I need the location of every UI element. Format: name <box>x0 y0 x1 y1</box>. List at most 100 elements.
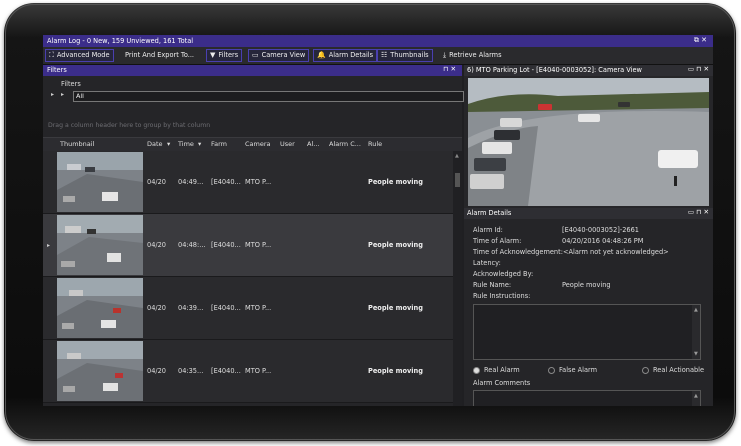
row-camera: MTO P... <box>245 178 272 186</box>
scroll-up-icon[interactable]: ▲ <box>694 307 698 313</box>
sort-time-icon: ▾ <box>198 140 202 148</box>
row-time: 04:48:... <box>178 241 206 249</box>
alarm-id-value: [E4040-0003052]-2661 <box>562 226 639 234</box>
table-row[interactable]: 04/20 04:49... [E4040... MTO P... People… <box>43 151 453 214</box>
row-farm: [E4040... <box>211 367 241 375</box>
toolbar: ⛶ Advanced Mode Print And Export To... ▼ F… <box>43 47 713 65</box>
real-actionable-label: Real Actionable <box>653 366 705 374</box>
row-date: 04/20 <box>147 367 167 375</box>
time-of-ack-value: <Alarm not yet acknowledged> <box>563 248 669 256</box>
row-date: 04/20 <box>147 241 167 249</box>
expand-arrow-icon[interactable]: ▸ <box>61 91 64 98</box>
real-actionable-radio[interactable]: Real Actionable <box>642 366 704 374</box>
row-camera: MTO P... <box>245 241 272 249</box>
rule-name-label: Rule Name: <box>473 281 512 289</box>
alarm-details-title: Alarm Details <box>467 209 512 217</box>
camera-panel-header: 6) MTO Parking Lot - [E4040-0003052]: Ca… <box>464 65 713 76</box>
window-title: Alarm Log - 0 New, 159 Unviewed, 161 Tot… <box>47 37 194 45</box>
column-user[interactable]: User <box>280 140 295 148</box>
grid-scrollbar[interactable]: ▲ <box>453 151 462 406</box>
alarm-details-button[interactable]: 🔔 Alarm Details <box>313 49 378 62</box>
filters-panel-title: Filters <box>47 66 67 74</box>
comments-scrollbar[interactable]: ▲ <box>692 391 700 406</box>
column-farm[interactable]: Farm <box>211 140 227 148</box>
scroll-up-icon[interactable]: ▲ <box>694 393 698 399</box>
alarm-comments-label: Alarm Comments <box>473 379 531 387</box>
selected-row-indicator-icon: ▸ <box>47 242 51 249</box>
column-camera[interactable]: Camera <box>245 140 271 148</box>
alarm-grid: 04/20 04:49... [E4040... MTO P... People… <box>43 151 453 406</box>
sort-date-icon: ▾ <box>167 140 171 148</box>
filters-label: Filters <box>218 51 239 59</box>
instructions-scrollbar[interactable]: ▲ ▼ <box>692 305 700 359</box>
row-thumbnail <box>57 278 143 338</box>
download-icon: ⤓ <box>443 51 447 59</box>
row-thumbnail <box>57 152 143 212</box>
camera-feed-image[interactable] <box>468 78 709 206</box>
window-titlebar: Alarm Log - 0 New, 159 Unviewed, 161 Tot… <box>43 35 713 47</box>
scrollbar-thumb[interactable] <box>455 173 460 187</box>
row-date: 04/20 <box>147 304 167 312</box>
acknowledged-by-label: Acknowledged By: <box>473 270 534 278</box>
alarm-details-header: Alarm Details ▭ ⊓ ✕ <box>464 208 713 219</box>
scroll-up-icon[interactable]: ▲ <box>455 153 459 159</box>
row-farm: [E4040... <box>211 304 241 312</box>
real-alarm-label: Real Alarm <box>484 366 520 374</box>
table-row[interactable]: 04/20 04:39... [E4040... MTO P... People… <box>43 277 453 340</box>
row-rule: People moving <box>368 178 423 186</box>
advanced-mode-label: Advanced Mode <box>56 51 110 59</box>
real-alarm-radio[interactable]: Real Alarm <box>473 366 520 374</box>
scroll-down-icon[interactable]: ▼ <box>694 351 698 357</box>
alarm-comments-box[interactable]: ▲ <box>473 390 701 406</box>
thumbnails-label: Thumbnails <box>390 51 429 59</box>
column-thumbnail[interactable]: Thumbnail <box>60 140 94 148</box>
camera-view-icon: ▭ <box>252 51 259 59</box>
thumbnails-button[interactable]: ☷ Thumbnails <box>377 49 433 62</box>
row-time: 04:39... <box>178 304 204 312</box>
alarm-id-label: Alarm Id: <box>473 226 503 234</box>
camera-view-label: Camera View <box>261 51 306 59</box>
table-row[interactable]: ▸ 04/20 04:48:... [E4040... MTO P... Peo… <box>43 214 453 277</box>
group-by-hint: Drag a column header here to group by th… <box>48 122 211 129</box>
table-row[interactable]: 04/20 04:35... [E4040... MTO P... People… <box>43 340 453 403</box>
column-alarm[interactable]: Al... <box>307 140 319 148</box>
window-controls[interactable]: ⧉ ✕ <box>694 36 707 45</box>
time-of-alarm-value: 04/20/2016 04:48:26 PM <box>562 237 644 245</box>
filters-panel-controls[interactable]: ⊓ ✕ <box>443 65 456 73</box>
retrieve-alarms-label: Retrieve Alarms <box>449 51 502 59</box>
column-rule[interactable]: Rule <box>368 140 382 148</box>
row-camera: MTO P... <box>245 304 272 312</box>
alarm-details-controls[interactable]: ▭ ⊓ ✕ <box>688 208 709 216</box>
time-of-alarm-label: Time of Alarm: <box>473 237 522 245</box>
rule-instructions-label: Rule Instructions: <box>473 292 531 300</box>
alarm-log-panel: Filters ⊓ ✕ Filters ▸ ▸ All Drag a colum… <box>43 65 464 406</box>
filter-icon: ▼ <box>210 51 216 59</box>
column-time[interactable]: Time <box>178 140 194 148</box>
row-farm: [E4040... <box>211 241 241 249</box>
filters-button[interactable]: ▼ Filters <box>206 49 243 62</box>
filter-row: ▸ ▸ All <box>49 91 464 102</box>
advanced-mode-button[interactable]: ⛶ Advanced Mode <box>45 49 114 62</box>
column-alarm-comments[interactable]: Alarm C... <box>329 140 361 148</box>
bell-icon: 🔔 <box>317 51 326 59</box>
rule-instructions-box[interactable]: ▲ ▼ <box>473 304 701 360</box>
column-date[interactable]: Date <box>147 140 163 148</box>
app-screen: Alarm Log - 0 New, 159 Unviewed, 161 Tot… <box>43 35 713 406</box>
row-thumbnail <box>57 341 143 401</box>
false-alarm-radio[interactable]: False Alarm <box>548 366 597 374</box>
filter-value-field[interactable]: All <box>73 91 464 102</box>
time-of-ack-label: Time of Acknowledgement: <box>473 248 563 256</box>
row-rule: People moving <box>368 304 423 312</box>
camera-view-button[interactable]: ▭ Camera View <box>248 49 310 62</box>
filters-label-text: Filters <box>61 80 81 88</box>
camera-panel-title: 6) MTO Parking Lot - [E4040-0003052]: Ca… <box>467 66 642 74</box>
latency-label: Latency: <box>473 259 501 267</box>
camera-panel-controls[interactable]: ▭ ⊓ ✕ <box>688 65 709 73</box>
print-export-button[interactable]: Print And Export To... <box>121 49 198 62</box>
radio-unchecked-icon <box>548 366 555 374</box>
filters-panel-header: Filters ⊓ ✕ <box>43 65 462 76</box>
row-farm: [E4040... <box>211 178 241 186</box>
retrieve-alarms-button[interactable]: ⤓ Retrieve Alarms <box>439 49 506 62</box>
row-thumbnail <box>57 215 143 275</box>
collapse-arrow-icon[interactable]: ▸ <box>51 91 54 98</box>
